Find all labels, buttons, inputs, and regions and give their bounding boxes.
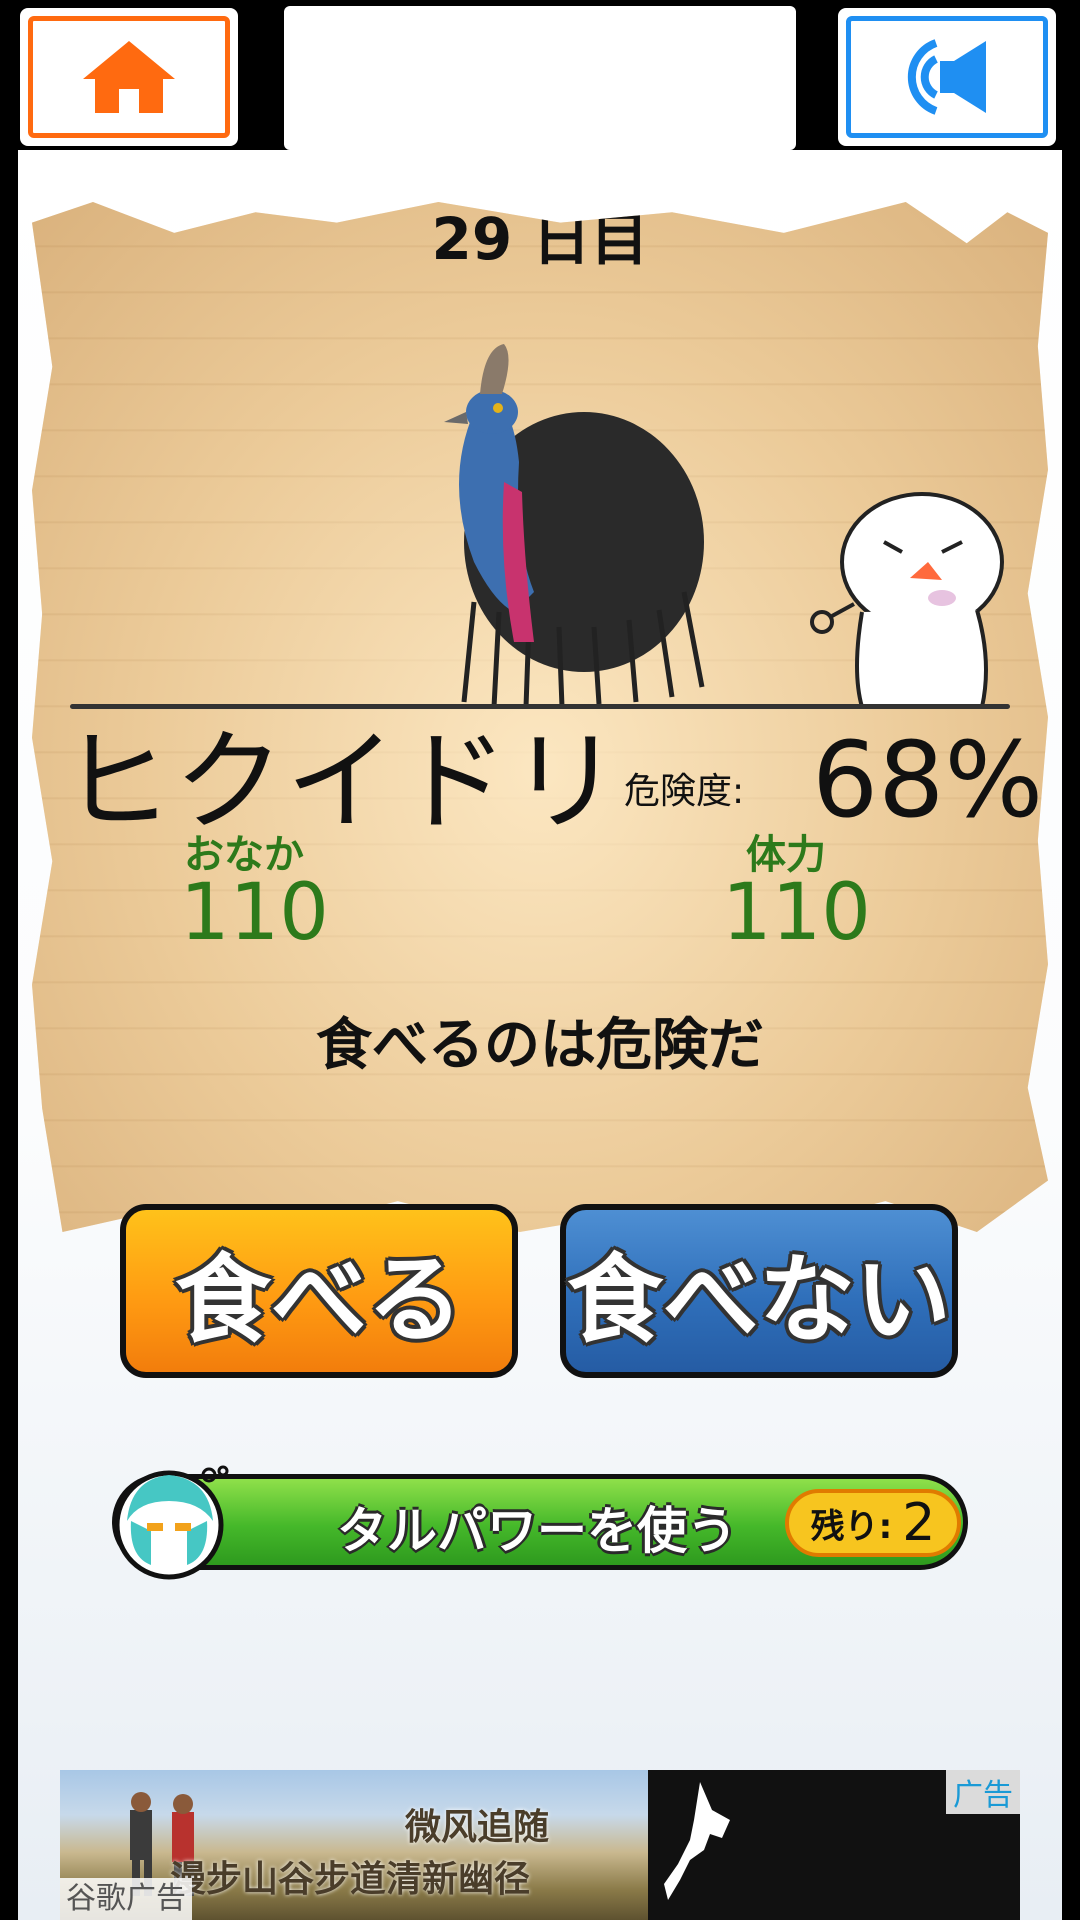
stamina-value: 110 [722,868,871,958]
use-power-label: タルパワーを使う [337,1502,737,1560]
remaining-badge: 残り: 2 [785,1489,961,1557]
top-center-panel [284,6,796,150]
remaining-count: 2 [902,1493,936,1553]
ad-title: 微风追随 [405,1807,550,1848]
eat-button[interactable]: 食べる [120,1204,518,1378]
encounter-card: 29 日目 ヒクイドリ 危険度: 68% おなか 110 体力 110 食べるの… [32,202,1048,1232]
animal-name: ヒクイドリ [62,718,622,846]
danger-label: 危険度: [624,771,745,812]
new-zealand-map-icon [664,1782,730,1900]
ad-source-label: 谷歌广告 [60,1878,192,1920]
remaining-label: 残り: [810,1506,893,1547]
ad-subtitle: 漫步山谷步道清新幽径 [170,1859,531,1900]
verdict-text: 食べるのは危険だ [316,1013,764,1078]
ad-banner[interactable]: 微风追随 漫步山谷步道清新幽径 广告 谷歌广告 [60,1770,1020,1920]
ground-line [70,704,1010,709]
ad-tag: 广告 [946,1770,1020,1814]
home-button-frame [28,16,230,138]
player-character [810,492,1004,709]
speaker-icon [907,39,986,115]
hunger-value: 110 [180,868,329,958]
sound-button[interactable] [838,8,1056,146]
danger-value: 68% [812,719,1044,841]
helper-avatar-icon [114,1465,229,1580]
home-icon [83,41,175,113]
top-bar [0,0,1080,150]
home-button[interactable] [20,8,238,146]
sound-button-frame [846,16,1048,138]
dont-eat-button[interactable]: 食べない [560,1204,958,1378]
use-power-button[interactable]: タルパワーを使う 残り: 2 [112,1465,968,1580]
cassowary-illustration [444,344,705,708]
